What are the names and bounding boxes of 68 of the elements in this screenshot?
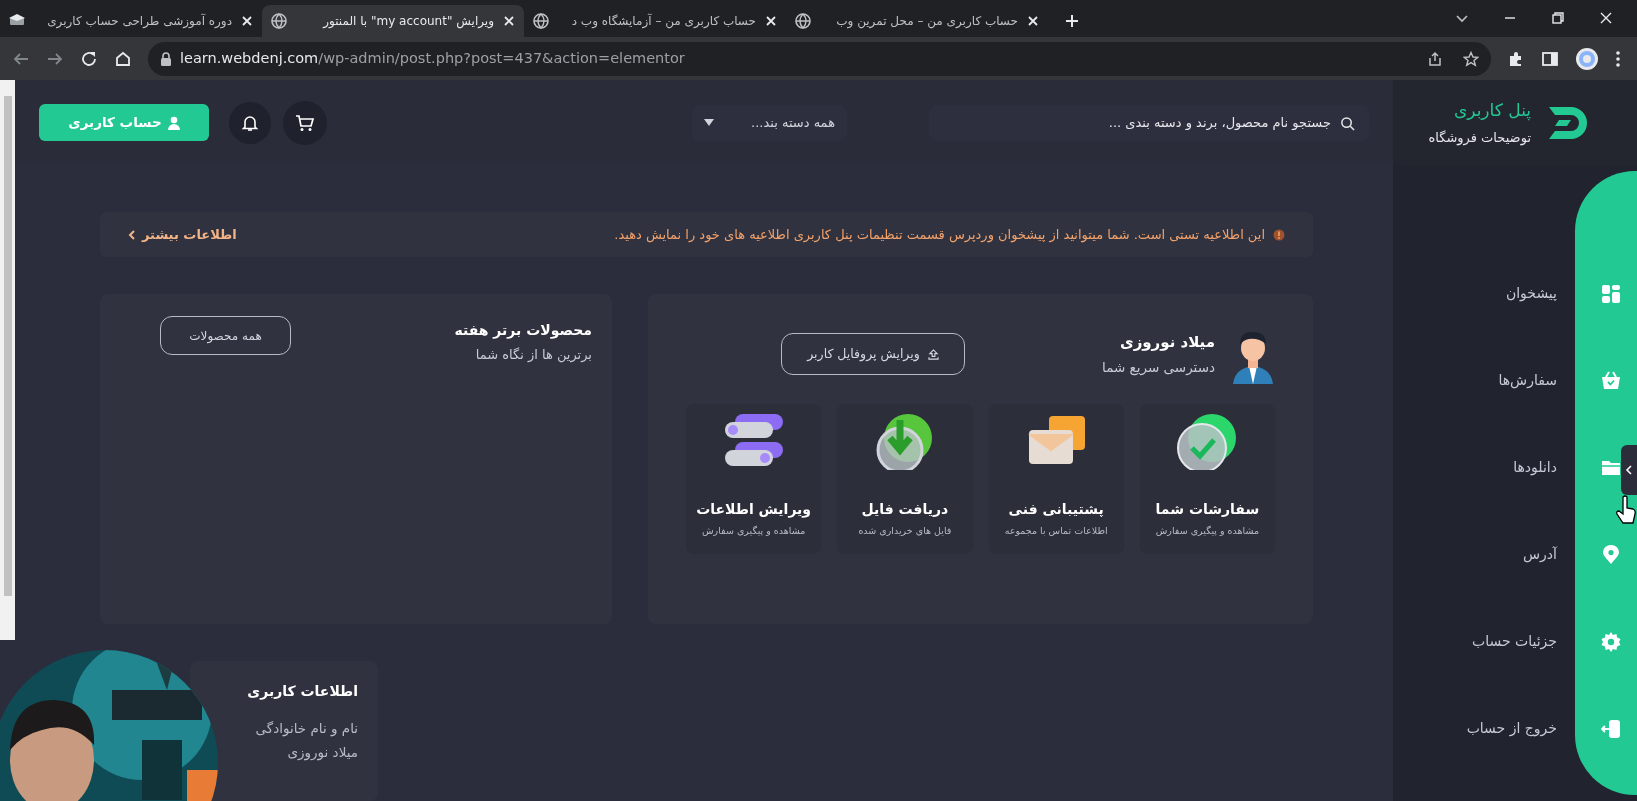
hand-cursor-icon [1615, 495, 1637, 525]
sidebar-item[interactable]: دانلودها [1513, 454, 1621, 481]
collapse-button[interactable] [1621, 445, 1637, 495]
bell-icon [241, 113, 259, 132]
edit-profile-button[interactable]: ویرایش پروفایل کاربر [781, 333, 965, 375]
info-icon [1273, 228, 1285, 241]
category-dropdown[interactable]: همه دسته بند... [692, 104, 847, 141]
user-icon [167, 115, 180, 130]
cart-icon [295, 112, 315, 133]
shortcut-card[interactable]: دریافت فایل فایل های خریداری شده [837, 404, 973, 554]
close-icon[interactable] [1599, 11, 1613, 25]
browser-tab[interactable]: حساب کاربری من – آزمایشگاه وب د [524, 5, 786, 37]
user-name: میلاد نوروزی [1118, 331, 1215, 353]
chevron-left-icon [128, 229, 136, 240]
restore-icon[interactable] [1551, 11, 1565, 25]
upload-icon [927, 348, 939, 360]
logo-title: پنل کاربری [1452, 99, 1531, 123]
globe-icon [794, 12, 812, 30]
side-panel-icon[interactable] [1541, 49, 1559, 68]
sidebar-item[interactable]: خروج از حساب [1466, 715, 1621, 742]
more-info-link[interactable]: اطلاعات بیشتر [128, 224, 237, 245]
field-label: نام و نام خانوادگی [255, 719, 358, 739]
globe-icon [532, 12, 550, 30]
card-title: اطلاعات کاربری [247, 682, 358, 702]
all-products-button[interactable]: همه محصولات [160, 316, 291, 355]
shortcut-card[interactable]: ویرایش اطلاعات مشاهده و پیگیری سفارش [686, 404, 822, 554]
shortcut-card[interactable]: سفارشات شما مشاهده و پیگیری سفارش [1139, 404, 1275, 554]
field-value: میلاد نوروزی [286, 743, 358, 763]
star-icon[interactable] [1463, 50, 1479, 67]
card-subtitle: برترین ها از نگاه شما [474, 346, 592, 365]
more-icon[interactable] [1615, 49, 1621, 68]
sidebar-item[interactable]: پیشخوان [1505, 280, 1621, 307]
lock-icon [160, 51, 172, 66]
logo-subtitle: توضیحات فروشگاه [1428, 128, 1531, 147]
close-icon[interactable] [764, 14, 778, 28]
notice-text: این اطلاعیه تستی است. شما میتوانید از پیشخوان وردپرس قسمت تنظیمات پنل کاربری اطلاعیه های خود را نمایش دهید. [614, 225, 1265, 245]
cart-button[interactable] [283, 100, 327, 145]
chevron-left-icon [1625, 465, 1633, 475]
home-icon[interactable] [114, 49, 132, 68]
globe-icon [270, 12, 288, 30]
settings-icon [1601, 631, 1621, 652]
share-icon[interactable] [1427, 50, 1443, 67]
quick-access-subtitle: دسترسی سریع شما [1102, 358, 1215, 378]
reload-icon[interactable] [80, 49, 98, 68]
new-tab-icon[interactable] [1064, 13, 1080, 29]
basket-icon [1601, 370, 1621, 391]
close-icon[interactable] [1026, 14, 1040, 28]
sidebar-item[interactable]: سفارش‌ها [1498, 367, 1621, 394]
browser-tab[interactable]: ویرایش "my account" با المنتور [262, 5, 524, 37]
scrollbar[interactable] [0, 80, 15, 640]
browser-tab[interactable]: دوره آموزشی طراحی حساب کاربری [0, 5, 262, 37]
notification-button[interactable] [229, 101, 271, 144]
logout-icon [1601, 718, 1621, 739]
grid-icon [1601, 283, 1621, 304]
location-pin-icon [1601, 544, 1621, 565]
logo-icon [1547, 104, 1587, 141]
search-icon [1340, 115, 1355, 131]
sidebar-item[interactable]: جزئیات حساب [1472, 628, 1621, 655]
search-field[interactable]: جستجو نام محصول، برند و دسته بندی ... [929, 104, 1369, 141]
close-icon[interactable] [502, 14, 516, 28]
card-title: محصولات برتر هفته [454, 321, 592, 341]
close-icon[interactable] [240, 14, 254, 28]
sidebar-item[interactable]: آدرس [1523, 541, 1621, 568]
browser-tab[interactable]: حساب کاربری من – محل تمرین وب [786, 5, 1048, 37]
caret-down-icon [704, 118, 714, 127]
profile-avatar-icon[interactable] [1575, 46, 1599, 71]
shortcut-card[interactable]: پشتیبانی فنی اطلاعات تماس با مجموعه [988, 404, 1124, 554]
address-bar[interactable]: learn.webdenj.com/wp-admin/post.php?post=437&action=elementor [148, 41, 1491, 76]
